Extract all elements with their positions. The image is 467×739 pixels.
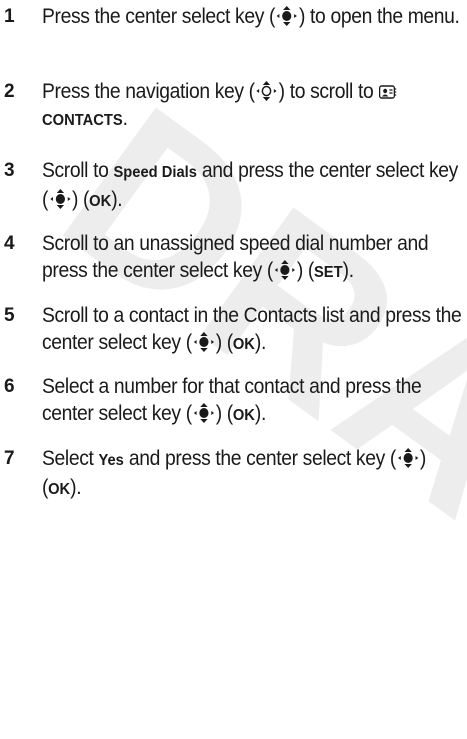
instruction-step: 1 Press the center select key ( ) to open … [0,3,467,30]
step-text-segment: Scroll to [42,159,114,182]
step-text-segment: Press the center select key ( [42,5,276,28]
step-text-segment: ) to scroll to [278,80,379,103]
step-text-segment: Select [42,447,99,470]
step-text: Select a number for that contact and pre… [42,373,465,429]
instruction-step: 6 Select a number for that contact and pr… [0,373,467,429]
step-number: 6 [4,376,15,397]
step-text: Scroll to a contact in the Contacts list… [42,302,465,358]
step-text: Press the navigation key ( ) to scroll to… [42,78,465,134]
step-text-segment: ). [342,259,354,282]
menu-keyword: SET [313,264,343,281]
navigation-key-icon [255,80,279,102]
step-text-segment: ). [70,476,82,499]
step-text-segment: ) to open the menu. [298,5,460,28]
center-select-key-icon [192,331,216,353]
step-number: 2 [4,81,15,102]
menu-keyword: OK [232,407,255,424]
menu-keyword: OK [232,336,255,353]
step-text: Scroll to an unassigned speed dial numbe… [42,230,465,286]
step-text-segment: ) ( [215,331,233,354]
step-number: 3 [4,160,15,181]
step-number: 4 [4,233,15,254]
center-select-key-icon [192,402,216,424]
step-text-segment: Press the navigation key ( [42,80,255,103]
step-text: Press the center select key ( ) to open t… [42,3,465,30]
step-number: 5 [4,305,15,326]
step-text-segment: ) ( [71,188,90,211]
step-text-segment: ). [254,402,266,425]
center-select-key-icon [48,188,72,210]
menu-keyword: OK [89,193,112,210]
step-text: Scroll to Speed Dials and press the cent… [42,157,465,215]
instruction-step: 2 Press the navigation key ( ) to scroll t… [0,78,467,134]
menu-keyword: CONTACTS [42,112,123,129]
menu-keyword: Yes [98,452,124,469]
step-text-segment: ). [111,188,123,211]
step-text-segment: . [122,107,128,130]
center-select-key-icon [273,259,297,281]
step-text-segment: and press the center select key ( [123,447,396,470]
instruction-step: 4 Scroll to an unassigned speed dial numb… [0,230,467,286]
step-number: 7 [4,448,15,469]
step-text: Select Yes and press the center select k… [42,445,465,503]
step-text-segment: ). [254,331,266,354]
contacts-book-icon [378,80,396,99]
step-text-segment: ) ( [215,402,233,425]
instruction-step: 5 Scroll to a contact in the Contacts lis… [0,302,467,358]
menu-keyword: OK [48,481,71,498]
instruction-step: 7 Select Yes and press the center select … [0,445,467,503]
instruction-step: 3 Scroll to Speed Dials and press the cen… [0,157,467,215]
menu-keyword: Speed Dials [113,164,197,181]
step-text-segment: ) ( [296,259,314,282]
step-text-segment: Scroll to an unassigned speed dial numbe… [42,232,429,282]
center-select-key-icon [275,5,299,27]
center-select-key-icon [396,447,420,469]
step-number: 1 [4,6,15,27]
